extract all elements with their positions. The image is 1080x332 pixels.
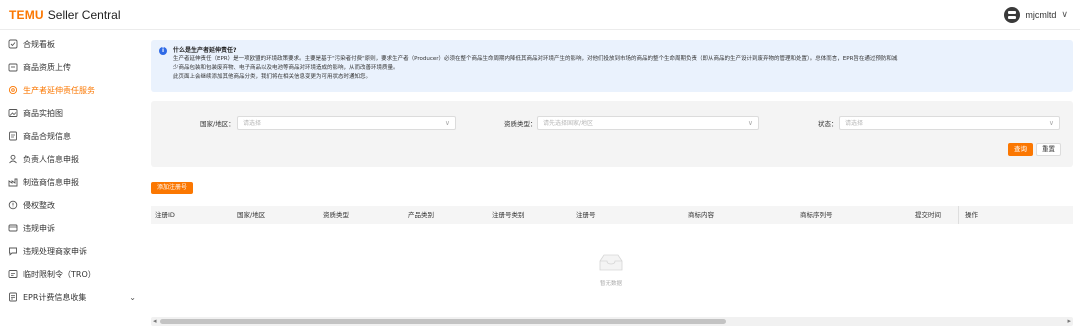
- sidebar-item-label: 商品实拍图: [23, 108, 63, 118]
- avatar: [1004, 7, 1021, 23]
- app-logo[interactable]: TEMU Seller Central: [9, 8, 121, 22]
- sidebar-item-label: 临时限制令（TRO）: [23, 269, 96, 279]
- chevron-down-icon: ∨: [1061, 10, 1068, 20]
- sidebar-item-label: EPR计费信息收集: [23, 292, 87, 302]
- sidebar: 合规看板 商品资质上传 生产者延伸责任服务 商品实拍图 商品合规信息 负责人信息…: [0, 30, 144, 332]
- column-header: 国家/地区: [237, 211, 266, 219]
- chevron-down-icon: ∨: [1048, 119, 1054, 127]
- empty-inbox-icon: [599, 254, 623, 271]
- brand-name: TEMU: [9, 8, 44, 22]
- status-label: 状态：: [818, 120, 838, 128]
- qualification-type-select[interactable]: 请先选择国家/地区 ∨: [537, 116, 759, 130]
- chevron-down-icon[interactable]: ⌄: [129, 293, 136, 302]
- sidebar-item-violation-appeal[interactable]: 违规申诉: [0, 218, 144, 238]
- sidebar-item-infringement[interactable]: 侵权整改: [0, 195, 144, 215]
- notice-title: 什么是生产者延伸责任?: [173, 47, 237, 54]
- add-registration-button[interactable]: 添加注册号: [151, 182, 193, 194]
- product-name: Seller Central: [47, 8, 121, 22]
- person-icon: [8, 154, 18, 164]
- column-header: 产品类别: [408, 211, 434, 219]
- column-divider: [958, 206, 959, 224]
- sidebar-item-label: 侵权整改: [23, 200, 55, 210]
- column-header: 商标序列号: [800, 211, 833, 219]
- sidebar-item-tro[interactable]: 临时限制令（TRO）: [0, 264, 144, 284]
- table-header: 注册ID 国家/地区 资质类型 产品类别 注册号类别 注册号 商标内容 商标序列…: [151, 206, 1073, 224]
- info-icon: i: [159, 47, 167, 55]
- column-header: 操作: [965, 211, 978, 219]
- sidebar-item-product-photos[interactable]: 商品实拍图: [0, 103, 144, 123]
- status-placeholder: 请选择: [845, 120, 864, 127]
- qualification-type-placeholder: 请先选择国家/地区: [543, 120, 594, 127]
- horizontal-scrollbar[interactable]: ◂ ▸: [151, 317, 1073, 326]
- epr-notice-banner: i 什么是生产者延伸责任? 生产者延伸责任（EPR）是一项欧盟的环境政策要求。主…: [151, 40, 1073, 92]
- appeal-icon: [8, 223, 18, 233]
- sidebar-item-compliance-info[interactable]: 商品合规信息: [0, 126, 144, 146]
- message-icon: [8, 246, 18, 256]
- qualification-type-label: 资质类型：: [504, 120, 537, 128]
- column-header: 注册号: [576, 211, 596, 219]
- checkbox-icon: [8, 39, 18, 49]
- reset-button[interactable]: 重置: [1036, 143, 1061, 156]
- sidebar-item-label: 商品资质上传: [23, 62, 71, 72]
- column-header: 注册ID: [155, 211, 175, 219]
- column-header: 提交时间: [915, 211, 941, 219]
- sidebar-item-label: 制造商信息申报: [23, 177, 79, 187]
- sidebar-item-label: 违规处理商家申诉: [23, 246, 87, 256]
- notice-text-line: 生产者延伸责任（EPR）是一项欧盟的环境政策要求。主要是基于"污染者付费"原则，…: [173, 56, 898, 62]
- sidebar-item-manufacturer[interactable]: 制造商信息申报: [0, 172, 144, 192]
- sidebar-item-epr-billing[interactable]: EPR计费信息收集 ⌄: [0, 287, 144, 307]
- upload-icon: [8, 62, 18, 72]
- sidebar-item-label: 生产者延伸责任服务: [23, 85, 95, 95]
- query-button[interactable]: 查询: [1008, 143, 1033, 156]
- empty-state-text: 暂无数据: [599, 281, 622, 287]
- billing-icon: [8, 292, 18, 302]
- order-icon: [8, 269, 18, 279]
- username: mjcmltd: [1025, 10, 1057, 20]
- sidebar-item-label: 负责人信息申报: [23, 154, 79, 164]
- country-placeholder: 请选择: [243, 120, 262, 127]
- scroll-left-icon[interactable]: ◂: [153, 317, 157, 326]
- gear-icon: [8, 85, 18, 95]
- sidebar-item-merchant-appeal[interactable]: 违规处理商家申诉: [0, 241, 144, 261]
- sidebar-item-epr-service[interactable]: 生产者延伸责任服务: [0, 80, 144, 100]
- sidebar-item-qualification-upload[interactable]: 商品资质上传: [0, 57, 144, 77]
- image-icon: [8, 108, 18, 118]
- notice-text-line: 此页面上会继续添加其他商品分类，我们将在相关信息变更为可用状态时通知您。: [173, 74, 372, 80]
- scrollbar-thumb[interactable]: [160, 319, 726, 324]
- column-header: 注册号类别: [492, 211, 525, 219]
- factory-icon: [8, 177, 18, 187]
- country-select[interactable]: 请选择 ∨: [237, 116, 456, 130]
- sidebar-item-responsible-person[interactable]: 负责人信息申报: [0, 149, 144, 169]
- sidebar-item-label: 商品合规信息: [23, 131, 71, 141]
- user-menu[interactable]: mjcmltd ∨: [1004, 7, 1068, 23]
- alert-icon: [8, 200, 18, 210]
- notice-text-line: 少商品包装和包装废弃物、电子商品以及电池等商品对环境造成的影响，从而改善环境质量…: [173, 65, 399, 71]
- filter-panel: 国家/地区： 请选择 ∨ 资质类型： 请先选择国家/地区 ∨ 状态： 请选择 ∨…: [151, 101, 1073, 167]
- country-label: 国家/地区：: [200, 120, 235, 128]
- status-select[interactable]: 请选择 ∨: [839, 116, 1060, 130]
- chevron-down-icon: ∨: [444, 119, 450, 127]
- sidebar-item-label: 违规申诉: [23, 223, 55, 233]
- scroll-right-icon[interactable]: ▸: [1067, 317, 1071, 326]
- column-header: 资质类型: [323, 211, 349, 219]
- document-icon: [8, 131, 18, 141]
- sidebar-item-compliance-dashboard[interactable]: 合规看板: [0, 34, 144, 54]
- column-header: 商标内容: [688, 211, 714, 219]
- top-bar: TEMU Seller Central mjcmltd ∨: [0, 0, 1080, 30]
- sidebar-item-label: 合规看板: [23, 39, 55, 49]
- chevron-down-icon: ∨: [747, 119, 753, 127]
